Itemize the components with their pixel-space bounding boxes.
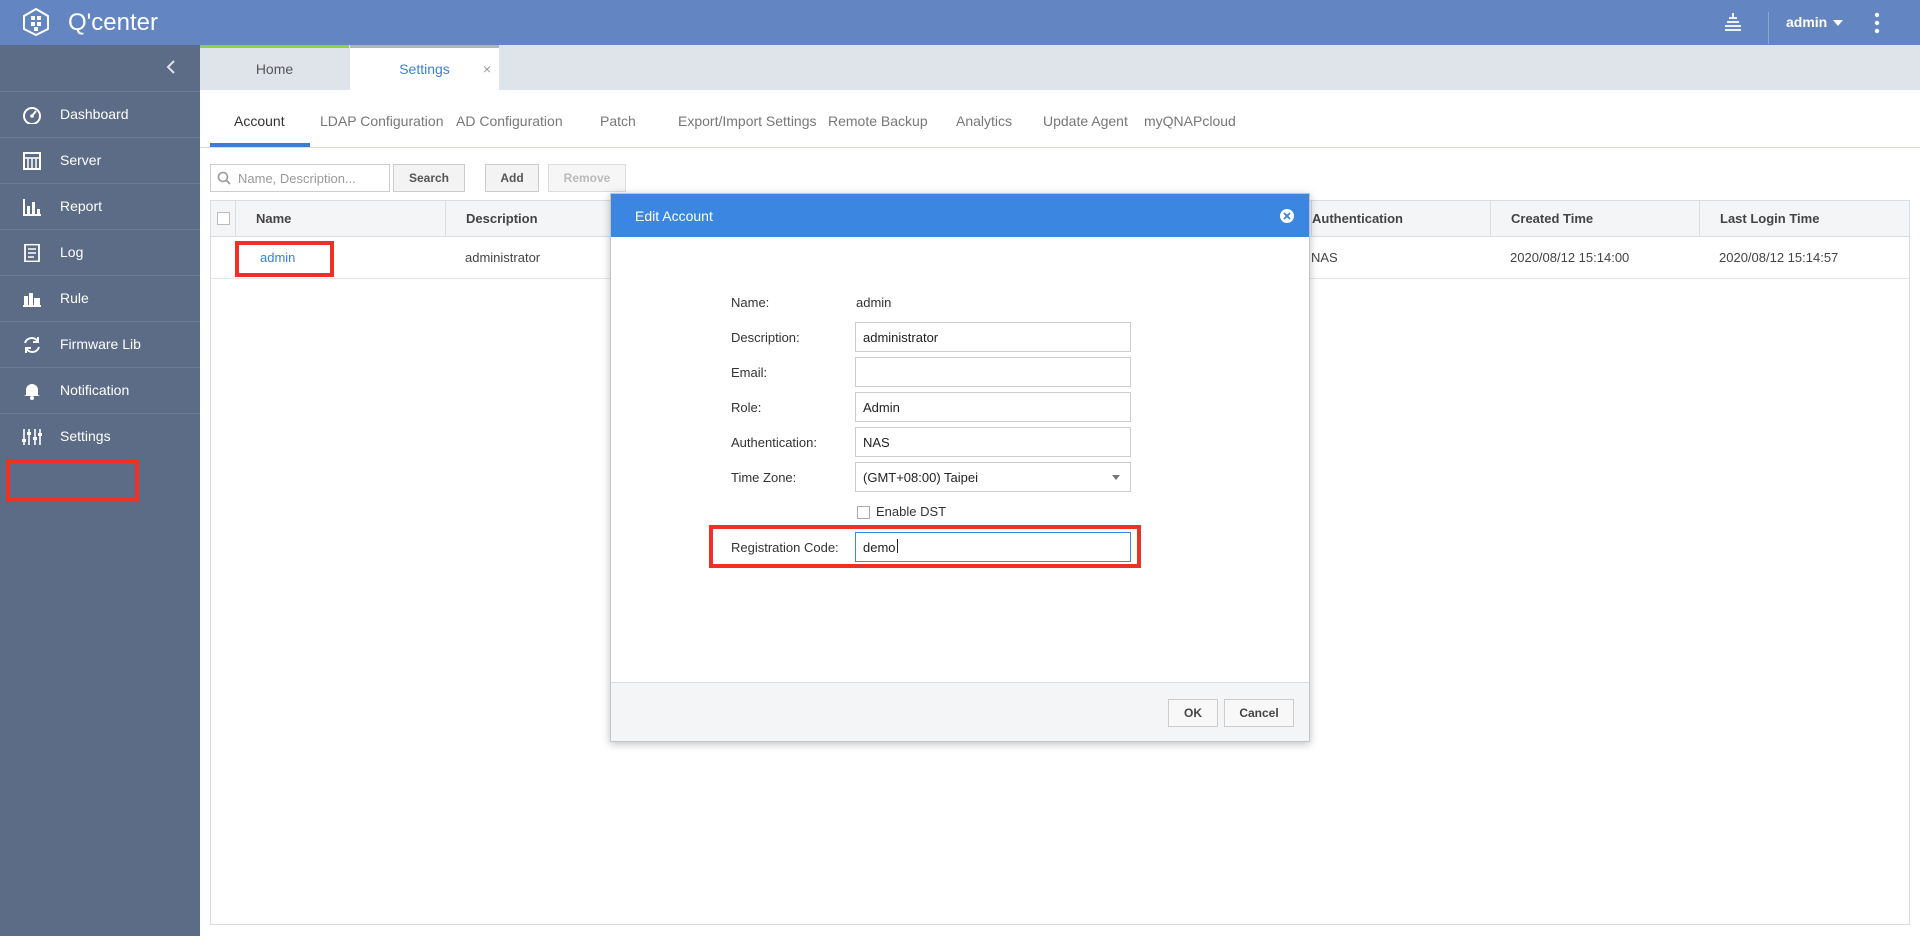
sidebar-item-label: Rule [60,290,89,306]
sidebar-item-log[interactable]: Log [0,229,200,275]
sidebar-item-label: Server [60,152,102,168]
remove-button[interactable]: Remove [548,164,626,192]
tab-home[interactable]: Home [200,45,349,90]
enable-dst-label: Enable DST [876,504,947,519]
cancel-button[interactable]: Cancel [1224,699,1294,727]
sidebar-item-label: Firmware Lib [60,336,141,352]
select-all-checkbox[interactable] [217,212,230,225]
subtab-account[interactable]: Account [234,113,285,129]
sidebar-item-label: Settings [60,428,111,444]
account-last-login-time: 2020/08/12 15:14:57 [1719,250,1839,265]
sidebar-item-dashboard[interactable]: Dashboard [0,91,200,137]
tab-settings-label: Settings [399,61,450,77]
rule-icon [23,293,41,307]
top-bar: Q'center admin [0,0,1920,45]
subtab-myqnapcloud[interactable]: myQNAPcloud [1144,113,1236,129]
email-field[interactable] [855,357,1131,387]
subtab-ldap-configuration[interactable]: LDAP Configuration [320,113,443,129]
highlight-box-admin [235,241,334,277]
sidebar-item-label: Dashboard [60,106,129,122]
authentication-label: Authentication: [731,435,818,450]
user-menu[interactable]: admin [1786,14,1844,30]
name-value: admin [856,295,892,310]
search-button[interactable]: Search [393,164,465,192]
search-input[interactable] [238,169,386,187]
account-authentication: NAS [1311,250,1338,265]
subtab-export-import-settings[interactable]: Export/Import Settings [678,113,817,129]
chevron-down-icon [1833,20,1844,27]
column-header-created-time[interactable]: Created Time [1490,201,1699,237]
timezone-selected-value: (GMT+08:00) Taipei [863,470,979,485]
enable-dst-checkbox[interactable] [857,506,870,519]
sliders-icon [22,429,42,445]
tasks-icon[interactable] [1722,10,1744,34]
close-icon[interactable]: × [483,48,491,90]
chevron-left-icon[interactable] [164,59,178,75]
dialog-footer: OK Cancel [611,682,1309,741]
qcenter-logo-icon [23,8,49,36]
role-label: Role: [731,400,762,415]
dialog-header: Edit Account [611,194,1309,237]
more-vertical-icon[interactable] [1872,12,1882,34]
highlight-box-registration-code [709,525,1141,568]
highlight-box-settings [6,459,139,502]
column-header-name[interactable]: Name [235,201,445,237]
ok-button[interactable]: OK [1168,699,1218,727]
sidebar-item-server[interactable]: Server [0,137,200,183]
refresh-icon [24,337,40,353]
sidebar-item-label: Log [60,244,84,260]
window-tab-bar: Home Settings × [200,45,1920,90]
tab-settings[interactable]: Settings × [350,45,499,90]
sidebar-nav: Dashboard Server Report Log Rule Firmwar… [0,91,200,459]
email-label: Email: [731,365,768,380]
subtab-analytics[interactable]: Analytics [956,113,1012,129]
column-header-last-login-time[interactable]: Last Login Time [1699,201,1909,237]
chevron-down-icon [1112,475,1120,480]
report-icon [23,199,41,216]
sidebar-item-report[interactable]: Report [0,183,200,229]
timezone-label: Time Zone: [731,470,797,485]
user-name: admin [1786,14,1828,30]
dialog-title: Edit Account [635,208,713,224]
sidebar-item-firmware-lib[interactable]: Firmware Lib [0,321,200,367]
tab-home-label: Home [255,61,294,77]
sidebar-item-notification[interactable]: Notification [0,367,200,413]
sidebar-item-rule[interactable]: Rule [0,275,200,321]
bell-icon [24,384,40,400]
sidebar-item-label: Notification [60,382,130,398]
account-description: administrator [465,250,541,265]
description-field[interactable] [855,322,1131,352]
subtab-remote-backup[interactable]: Remote Backup [828,113,928,129]
subtab-update-agent[interactable]: Update Agent [1043,113,1128,129]
edit-account-dialog: Edit Account Name: admin Description: Em… [610,193,1310,742]
top-divider [1768,12,1769,44]
log-icon [24,244,40,262]
sidebar: Dashboard Server Report Log Rule Firmwar… [0,45,200,936]
description-label: Description: [731,330,800,345]
search-box [210,164,390,192]
add-button[interactable]: Add [485,164,539,192]
subtab-ad-configuration[interactable]: AD Configuration [456,113,563,129]
sidebar-item-settings[interactable]: Settings [0,413,200,459]
server-icon [23,152,41,170]
name-label: Name: [731,295,770,310]
active-subtab-indicator [210,143,310,147]
app-title: Q'center [68,9,158,36]
dashboard-icon [23,107,41,124]
search-icon [217,171,231,185]
role-field[interactable] [855,392,1131,422]
close-icon[interactable] [1279,208,1295,224]
account-created-time: 2020/08/12 15:14:00 [1510,250,1630,265]
subtab-patch[interactable]: Patch [600,113,636,129]
settings-subtabs: Account LDAP Configuration AD Configurat… [200,90,1920,148]
timezone-select[interactable]: (GMT+08:00) Taipei [855,462,1131,492]
authentication-field[interactable] [855,427,1131,457]
sidebar-item-label: Report [60,198,103,214]
